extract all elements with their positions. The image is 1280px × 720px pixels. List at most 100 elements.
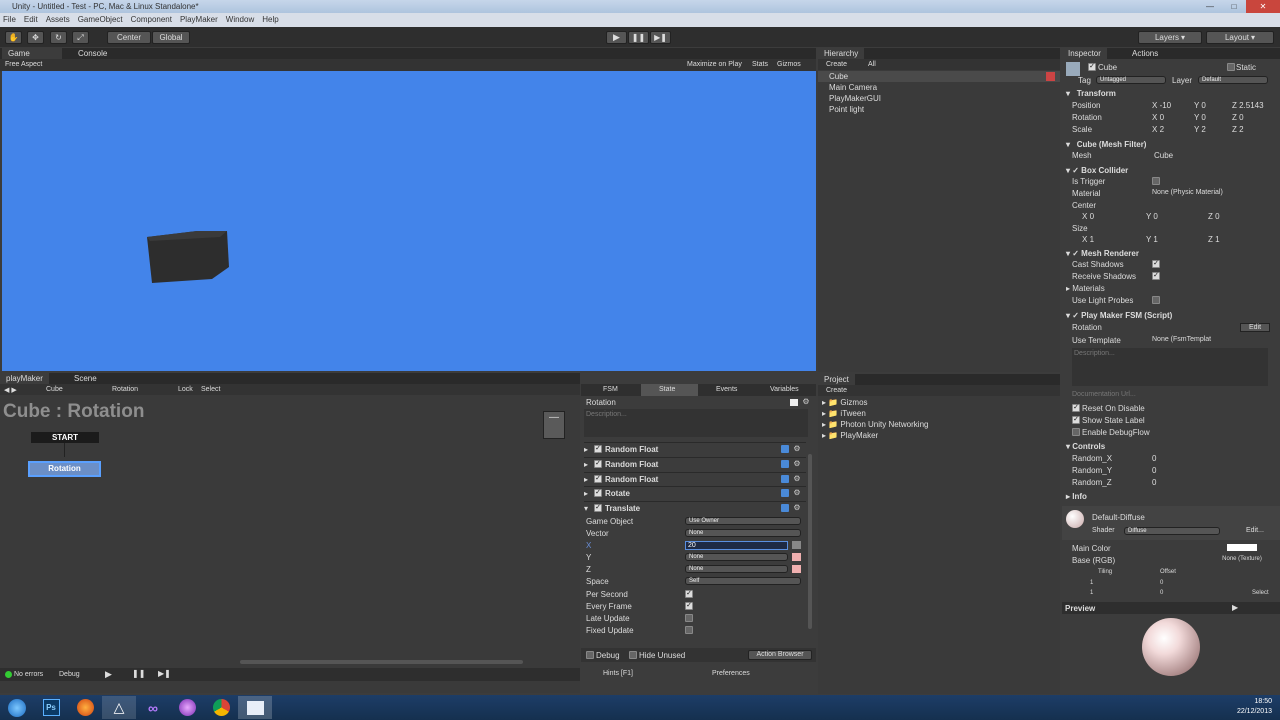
project-folder-photon[interactable]: ▸ 📁 Photon Unity Networking <box>822 420 928 429</box>
tab-playmaker[interactable]: playMaker <box>0 373 49 384</box>
rx-field[interactable]: 0 <box>1152 454 1156 463</box>
hierarchy-item-cube[interactable]: Cube <box>829 72 848 81</box>
receive-shadows-checkbox[interactable]: ✓ <box>1152 272 1160 280</box>
action-header[interactable]: ▸ ✓ Random Float ⚙ <box>584 457 806 470</box>
game-object-dropdown[interactable]: Use Owner <box>685 517 801 525</box>
move-tool-icon[interactable]: ✥ <box>27 31 44 44</box>
hints-button[interactable]: Hints [F1] <box>603 670 633 677</box>
menu-assets[interactable]: Assets <box>46 15 70 27</box>
shader-dropdown[interactable]: Diffuse <box>1124 527 1220 535</box>
template-field[interactable]: None (FsmTemplat <box>1152 336 1211 343</box>
scale-y[interactable]: Y 2 <box>1194 125 1206 134</box>
start-orb-icon[interactable] <box>0 696 34 719</box>
center-z[interactable]: Z 0 <box>1208 212 1220 221</box>
tab-project[interactable]: Project <box>818 374 855 385</box>
menu-gameobject[interactable]: GameObject <box>78 15 123 27</box>
offset-x[interactable]: 0 <box>1160 580 1163 586</box>
firefox-icon[interactable] <box>68 696 102 719</box>
renderer-header[interactable]: ▾ ✓ Mesh Renderer <box>1066 249 1139 258</box>
variable-toggle-icon[interactable] <box>792 565 801 573</box>
project-folder-playmaker[interactable]: ▸ 📁 PlayMaker <box>822 431 878 440</box>
fsm-header[interactable]: ▾ ✓ Play Maker FSM (Script) <box>1066 311 1172 320</box>
fsm-dropdown[interactable]: Rotation <box>112 386 138 393</box>
menu-playmaker[interactable]: PlayMaker <box>180 15 218 27</box>
preferences-button[interactable]: Preferences <box>712 670 750 677</box>
tab-console[interactable]: Console <box>72 48 113 59</box>
game-viewport[interactable] <box>2 71 816 371</box>
y-dropdown[interactable]: None <box>685 553 788 561</box>
chrome-icon[interactable] <box>204 696 238 719</box>
state-node-rotation[interactable]: Rotation <box>28 461 101 477</box>
object-name[interactable]: Cube <box>1098 63 1117 72</box>
minimize-icon[interactable]: — <box>1198 0 1222 13</box>
play-button[interactable]: ▶ <box>606 31 627 44</box>
active-checkbox[interactable]: ✓ <box>1088 63 1096 71</box>
offset-y[interactable]: 0 <box>1160 590 1163 596</box>
pivot-global-button[interactable]: Global <box>152 31 190 44</box>
scale-z[interactable]: Z 2 <box>1232 125 1244 134</box>
tab-actions[interactable]: Actions <box>1126 48 1164 59</box>
pos-x[interactable]: X -10 <box>1152 101 1171 110</box>
tab-state[interactable]: State <box>659 386 675 393</box>
project-create[interactable]: Create <box>826 387 847 394</box>
help-icon[interactable] <box>781 445 789 453</box>
close-icon[interactable]: ✕ <box>1246 0 1280 13</box>
action-header[interactable]: ▸ ✓ Rotate ⚙ <box>584 486 806 499</box>
gizmos-toggle[interactable]: Gizmos <box>777 61 801 68</box>
scale-x[interactable]: X 2 <box>1152 125 1164 134</box>
tab-game[interactable]: Game <box>2 48 62 59</box>
tab-fsm[interactable]: FSM <box>603 386 618 393</box>
help-icon[interactable] <box>781 460 789 468</box>
hierarchy-item-camera[interactable]: Main Camera <box>829 83 877 92</box>
pause-button[interactable]: ❚❚ <box>628 31 649 44</box>
menu-edit[interactable]: Edit <box>24 15 38 27</box>
stats-toggle[interactable]: Stats <box>752 61 768 68</box>
late-update-checkbox[interactable] <box>685 614 693 622</box>
lock-toggle[interactable]: Lock <box>178 386 193 393</box>
scale-tool-icon[interactable]: ⤢ <box>72 31 89 44</box>
every-frame-checkbox[interactable]: ✓ <box>685 602 693 610</box>
hierarchy-search[interactable]: All <box>868 61 876 68</box>
center-y[interactable]: Y 0 <box>1146 212 1158 221</box>
pos-z[interactable]: Z 2.5143 <box>1232 101 1264 110</box>
pm-play-icon[interactable]: ▶ <box>105 669 112 680</box>
help-icon[interactable] <box>781 504 789 512</box>
size-z[interactable]: Z 1 <box>1208 235 1220 244</box>
gear-icon[interactable]: ⚙ <box>793 475 801 483</box>
aspect-dropdown[interactable]: Free Aspect <box>5 61 42 68</box>
center-x[interactable]: X 0 <box>1082 212 1094 221</box>
gear-icon[interactable]: ⚙ <box>793 460 801 468</box>
minimap-button[interactable]: — <box>543 411 565 439</box>
vertical-scrollbar[interactable] <box>808 454 812 629</box>
texture-select-button[interactable]: Select <box>1252 590 1269 596</box>
size-y[interactable]: Y 1 <box>1146 235 1158 244</box>
state-color-swatch[interactable] <box>790 399 798 406</box>
horizontal-scrollbar[interactable] <box>240 660 523 664</box>
debugflow-checkbox[interactable] <box>1072 428 1080 436</box>
reset-checkbox[interactable]: ✓ <box>1072 404 1080 412</box>
tab-scene[interactable]: Scene <box>68 373 103 384</box>
window-icon[interactable] <box>238 696 272 719</box>
media-icon[interactable] <box>170 696 204 719</box>
fsm-description[interactable]: Description... <box>1072 348 1268 386</box>
action-header[interactable]: ▾ ✓ Translate ⚙ <box>584 501 806 514</box>
layout-dropdown[interactable]: Layout ▾ <box>1206 31 1274 44</box>
action-browser-button[interactable]: Action Browser <box>748 650 812 660</box>
pivot-center-button[interactable]: Center <box>107 31 151 44</box>
rot-x[interactable]: X 0 <box>1152 113 1164 122</box>
z-dropdown[interactable]: None <box>685 565 788 573</box>
state-description[interactable]: Description... <box>584 409 808 437</box>
tab-variables[interactable]: Variables <box>770 386 799 393</box>
visual-studio-icon[interactable]: ∞ <box>136 696 170 719</box>
project-folder-itween[interactable]: ▸ 📁 iTween <box>822 409 866 418</box>
preview-play-icon[interactable]: ▶ <box>1232 603 1238 612</box>
doc-url-field[interactable]: Documentation Url... <box>1072 391 1136 398</box>
select-button[interactable]: Select <box>201 386 220 393</box>
photoshop-icon[interactable]: Ps <box>34 696 68 719</box>
rotate-tool-icon[interactable]: ↻ <box>50 31 67 44</box>
unity-icon[interactable]: △ <box>102 696 136 719</box>
state-name[interactable]: Rotation <box>586 398 616 407</box>
tab-hierarchy[interactable]: Hierarchy <box>818 48 865 59</box>
main-color-swatch[interactable] <box>1227 544 1257 551</box>
gear-icon[interactable]: ⚙ <box>802 398 810 406</box>
